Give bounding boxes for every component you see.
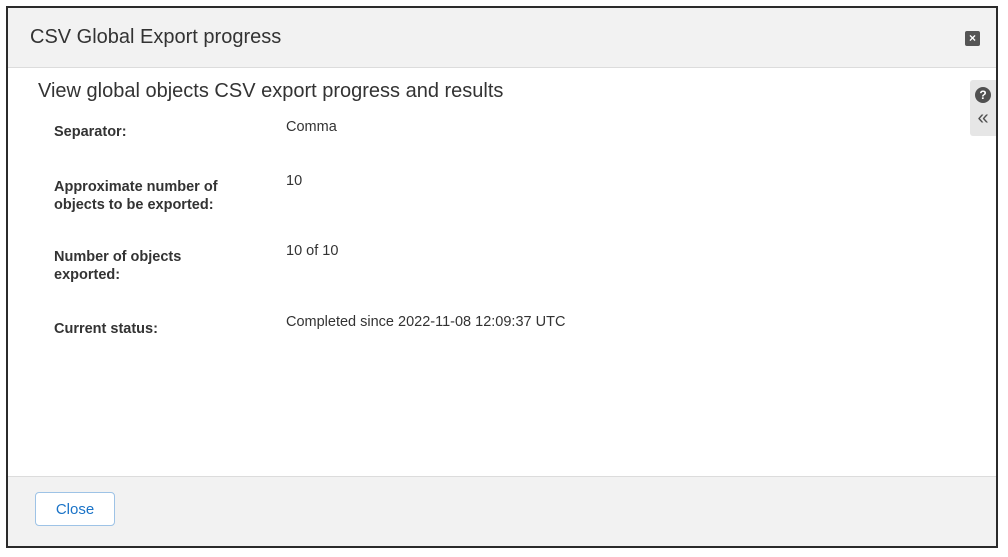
dialog-body: View global objects CSV export progress … xyxy=(8,68,996,476)
approx-objects-label: Approximate number of objects to be expo… xyxy=(54,179,218,213)
separator-value: Comma xyxy=(286,119,337,135)
csv-export-dialog: CSV Global Export progress × ? « View gl… xyxy=(6,6,998,548)
approx-objects-value: 10 xyxy=(286,173,303,189)
current-status-value: Completed since 2022-11-08 12:09:37 UTC xyxy=(286,314,566,330)
exported-objects-label: Number of objects exported: xyxy=(54,249,182,283)
close-button[interactable]: Close xyxy=(35,492,115,526)
separator-label: Separator: xyxy=(54,124,127,140)
close-icon[interactable]: × xyxy=(965,31,980,46)
dialog-subtitle: View global objects CSV export progress … xyxy=(38,80,504,102)
exported-objects-value: 10 of 10 xyxy=(286,243,339,259)
dialog-header: CSV Global Export progress × xyxy=(8,8,996,68)
dialog-title: CSV Global Export progress xyxy=(30,26,282,48)
current-status-label: Current status: xyxy=(54,321,158,337)
dialog-footer: Close xyxy=(8,476,996,546)
